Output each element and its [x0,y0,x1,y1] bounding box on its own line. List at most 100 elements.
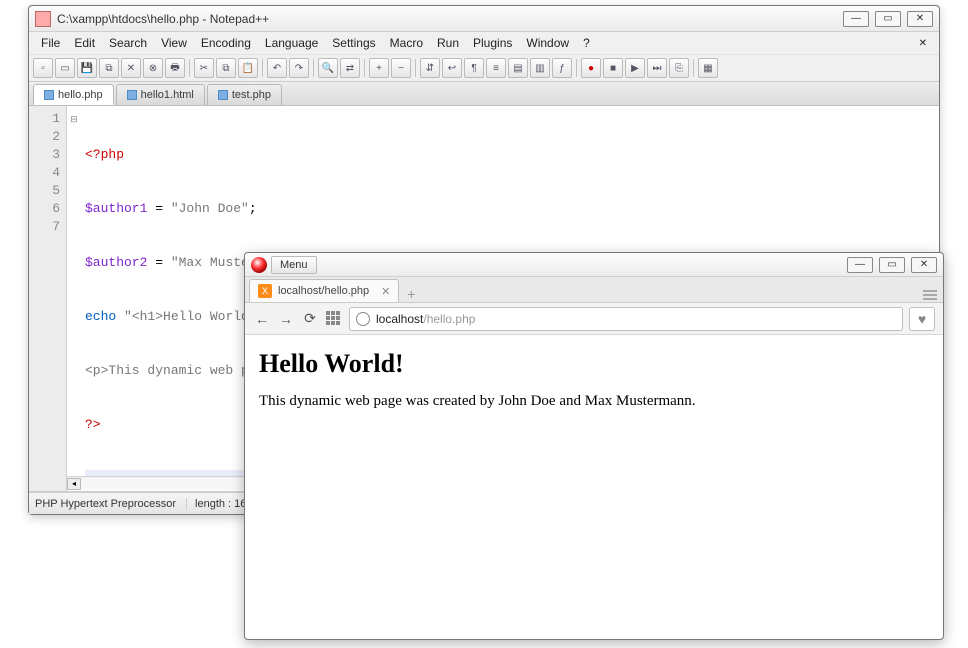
menu-language[interactable]: Language [259,34,324,52]
undo-icon[interactable]: ↶ [267,58,287,78]
url-path: /hello.php [423,312,475,326]
zoom-in-icon[interactable]: + [369,58,389,78]
title-bar[interactable]: C:\xampp\htdocs\hello.php - Notepad++ — … [29,6,939,32]
site-info-icon[interactable] [356,312,370,326]
toolbar-separator [364,59,365,77]
indent-guide-icon[interactable]: ≡ [486,58,506,78]
tab-label: test.php [232,89,271,101]
tab-hello1-html[interactable]: hello1.html [116,84,205,105]
fold-column[interactable]: ⊟ [67,106,81,491]
code-token: <?php [85,147,124,162]
find-icon[interactable]: 🔍 [318,58,338,78]
panel-toggle-icon[interactable] [921,288,939,302]
paste-icon[interactable]: 📋 [238,58,258,78]
maximize-button[interactable]: ▭ [875,11,901,27]
open-file-icon[interactable]: ▭ [55,58,75,78]
url-host: localhost [376,312,423,326]
page-paragraph: This dynamic web page was created by Joh… [259,393,929,410]
stop-macro-icon[interactable]: ■ [603,58,623,78]
menu-file[interactable]: File [35,34,66,52]
replace-icon[interactable]: ⇄ [340,58,360,78]
folder-as-workspace-icon[interactable]: ▤ [508,58,528,78]
function-list-icon[interactable]: ƒ [552,58,572,78]
close-file-icon[interactable]: ✕ [121,58,141,78]
line-number: 3 [29,146,60,164]
tab-title: localhost/hello.php [278,285,369,297]
reload-button[interactable]: ⟳ [301,310,319,328]
play-multi-icon[interactable]: ⏭ [647,58,667,78]
save-macro-icon[interactable]: ⎘ [669,58,689,78]
forward-button[interactable]: → [277,310,295,328]
page-heading: Hello World! [259,349,929,379]
show-chars-icon[interactable]: ¶ [464,58,484,78]
save-all-icon[interactable]: ⧉ [99,58,119,78]
page-content: Hello World! This dynamic web page was c… [245,335,943,424]
menu-view[interactable]: View [155,34,193,52]
tab-test-php[interactable]: test.php [207,84,282,105]
address-bar[interactable]: localhost/hello.php [349,307,903,331]
wrap-icon[interactable]: ↩ [442,58,462,78]
doc-map-icon[interactable]: ▥ [530,58,550,78]
code-token [116,309,124,324]
menu-window[interactable]: Window [520,34,575,52]
toolbar: ▫ ▭ 💾 ⧉ ✕ ⊗ 🖶 ✂ ⧉ 📋 ↶ ↷ 🔍 ⇄ + − ⇵ ↩ ¶ ≡ … [29,54,939,82]
save-icon[interactable]: 💾 [77,58,97,78]
menu-edit[interactable]: Edit [68,34,101,52]
toolbar-separator [693,59,694,77]
zoom-out-icon[interactable]: − [391,58,411,78]
bookmark-button[interactable]: ♥ [909,307,935,331]
scroll-left-icon[interactable]: ◂ [67,478,81,490]
print-icon[interactable]: 🖶 [165,58,185,78]
fold-toggle-icon[interactable]: ⊟ [67,110,81,128]
toolbar-separator [576,59,577,77]
menu-close-icon[interactable]: ✕ [913,36,933,51]
copy-icon[interactable]: ⧉ [216,58,236,78]
code-token: $author2 [85,255,147,270]
browser-window: Menu — ▭ ✕ X localhost/hello.php ✕ + ← →… [244,252,944,640]
code-token: = [147,201,170,216]
code-token: ?> [85,417,101,432]
toolbar-separator [313,59,314,77]
extra-icon[interactable]: ▦ [698,58,718,78]
toolbar-separator [189,59,190,77]
play-macro-icon[interactable]: ▶ [625,58,645,78]
opera-icon [251,257,267,273]
maximize-button[interactable]: ▭ [879,257,905,273]
back-button[interactable]: ← [253,310,271,328]
line-number: 4 [29,164,60,182]
record-macro-icon[interactable]: ● [581,58,601,78]
document-tabs: hello.php hello1.html test.php [29,82,939,106]
close-all-icon[interactable]: ⊗ [143,58,163,78]
line-number-gutter: 1 2 3 4 5 6 7 [29,106,67,491]
code-token: "John Doe" [171,201,249,216]
speed-dial-button[interactable] [325,310,343,328]
minimize-button[interactable]: — [843,11,869,27]
cut-icon[interactable]: ✂ [194,58,214,78]
new-tab-button[interactable]: + [401,286,421,302]
menu-help[interactable]: ? [577,34,596,52]
close-button[interactable]: ✕ [911,257,937,273]
menu-search[interactable]: Search [103,34,153,52]
browser-menu-button[interactable]: Menu [271,256,317,274]
redo-icon[interactable]: ↷ [289,58,309,78]
tab-close-icon[interactable]: ✕ [381,285,390,298]
line-number: 1 [29,110,60,128]
menu-run[interactable]: Run [431,34,465,52]
tab-label: hello.php [58,89,103,101]
close-button[interactable]: ✕ [907,11,933,27]
browser-tab[interactable]: X localhost/hello.php ✕ [249,279,399,302]
file-icon [44,90,54,100]
line-number: 7 [29,218,60,236]
menu-settings[interactable]: Settings [326,34,381,52]
menu-plugins[interactable]: Plugins [467,34,518,52]
line-number: 6 [29,200,60,218]
menu-encoding[interactable]: Encoding [195,34,257,52]
menu-bar: File Edit Search View Encoding Language … [29,32,939,54]
toolbar-separator [262,59,263,77]
tab-hello-php[interactable]: hello.php [33,84,114,105]
browser-title-bar[interactable]: Menu — ▭ ✕ [245,253,943,277]
new-file-icon[interactable]: ▫ [33,58,53,78]
minimize-button[interactable]: — [847,257,873,273]
sync-scroll-icon[interactable]: ⇵ [420,58,440,78]
menu-macro[interactable]: Macro [384,34,429,52]
